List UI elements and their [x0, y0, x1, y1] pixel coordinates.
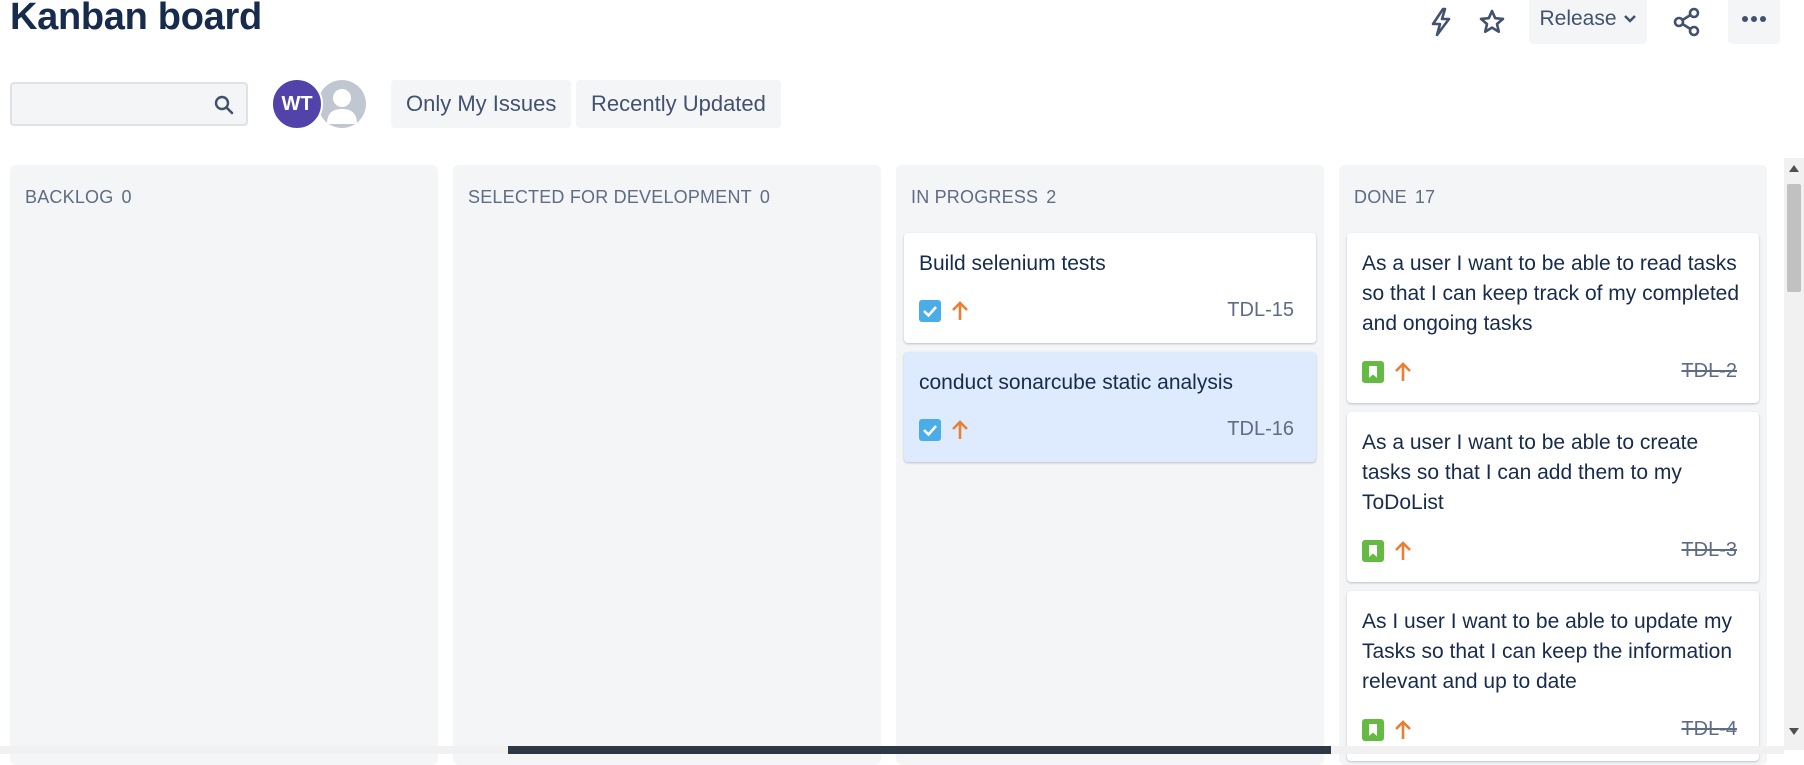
avatar-unassigned[interactable]	[318, 80, 366, 128]
column-count: 2	[1046, 187, 1057, 207]
story-bookmark-icon	[1362, 540, 1384, 562]
column-count: 17	[1414, 187, 1436, 207]
column-title: BACKLOG	[25, 187, 114, 207]
issue-key[interactable]: TDL-2	[1681, 360, 1737, 383]
search-icon	[214, 95, 234, 115]
automation-lightning-icon[interactable]	[1421, 2, 1461, 42]
issue-key[interactable]: TDL-4	[1681, 718, 1737, 741]
more-icon	[1742, 16, 1766, 22]
task-checkbox-icon	[919, 300, 941, 322]
column-title: DONE	[1354, 187, 1407, 207]
arrow-up-icon	[1395, 541, 1411, 560]
issue-card-tdl-15[interactable]: Build selenium tests TDL-15	[904, 233, 1316, 343]
card-summary: As a user I want to be able to create ta…	[1362, 431, 1699, 514]
column-selected-for-development: SELECTED FOR DEVELOPMENT 0	[453, 165, 881, 765]
column-header: SELECTED FOR DEVELOPMENT 0	[468, 187, 770, 208]
column-done: DONE 17 As a user I want to be able to re…	[1339, 165, 1767, 765]
search-box[interactable]	[10, 82, 248, 126]
column-backlog: BACKLOG 0	[10, 165, 438, 765]
story-bookmark-icon	[1362, 719, 1384, 741]
issue-card-tdl-16[interactable]: conduct sonarcube static analysis TDL-16	[904, 352, 1316, 462]
task-checkbox-icon	[919, 419, 941, 441]
issue-card-tdl-2[interactable]: As a user I want to be able to read task…	[1347, 233, 1759, 403]
issue-key[interactable]: TDL-15	[1227, 299, 1294, 322]
column-header: BACKLOG 0	[25, 187, 132, 208]
chevron-down-icon	[1623, 15, 1636, 23]
column-count: 0	[759, 187, 771, 207]
scrollbar-thumb[interactable]	[1787, 184, 1801, 292]
card-summary: As I user I want to be able to update my…	[1362, 610, 1733, 693]
card-summary: As a user I want to be able to read task…	[1362, 252, 1740, 335]
avatar-initials: WT	[281, 92, 313, 115]
issue-key[interactable]: TDL-3	[1681, 539, 1737, 562]
card-summary: Build selenium tests	[919, 252, 1106, 275]
release-button[interactable]: Release	[1529, 0, 1647, 44]
page-title: Kanban board	[10, 0, 262, 38]
person-icon	[327, 89, 357, 124]
scroll-down-arrow-icon[interactable]	[1789, 728, 1799, 736]
horizontal-scrollbar-thumb[interactable]	[508, 746, 1331, 754]
story-bookmark-icon	[1362, 361, 1384, 383]
star-icon[interactable]	[1472, 2, 1512, 42]
share-icon[interactable]	[1667, 2, 1707, 42]
avatar-user-wt[interactable]: WT	[271, 78, 323, 130]
column-in-progress: IN PROGRESS 2 Build selenium tests TDL-15…	[896, 165, 1324, 765]
card-summary: conduct sonarcube static analysis	[919, 371, 1234, 394]
issue-card-tdl-3[interactable]: As a user I want to be able to create ta…	[1347, 412, 1759, 582]
arrow-up-icon	[952, 420, 968, 439]
scroll-up-arrow-icon[interactable]	[1789, 164, 1799, 172]
issue-card-tdl-4[interactable]: As I user I want to be able to update my…	[1347, 591, 1759, 761]
column-count: 0	[121, 187, 132, 207]
more-options-button[interactable]	[1728, 0, 1780, 44]
arrow-up-icon	[1395, 362, 1411, 381]
arrow-up-icon	[952, 301, 968, 320]
column-header: DONE 17	[1354, 187, 1435, 208]
issue-key[interactable]: TDL-16	[1227, 418, 1294, 441]
filter-recently-updated[interactable]: Recently Updated	[576, 80, 781, 128]
column-title: IN PROGRESS	[911, 187, 1039, 207]
column-title: SELECTED FOR DEVELOPMENT	[468, 187, 752, 207]
horizontal-scrollbar[interactable]	[0, 746, 1784, 754]
release-label: Release	[1539, 7, 1617, 30]
search-input[interactable]	[20, 90, 214, 120]
filter-only-my-issues[interactable]: Only My Issues	[391, 80, 572, 128]
column-header: IN PROGRESS 2	[911, 187, 1056, 208]
vertical-scrollbar[interactable]	[1784, 158, 1804, 750]
arrow-up-icon	[1395, 720, 1411, 739]
